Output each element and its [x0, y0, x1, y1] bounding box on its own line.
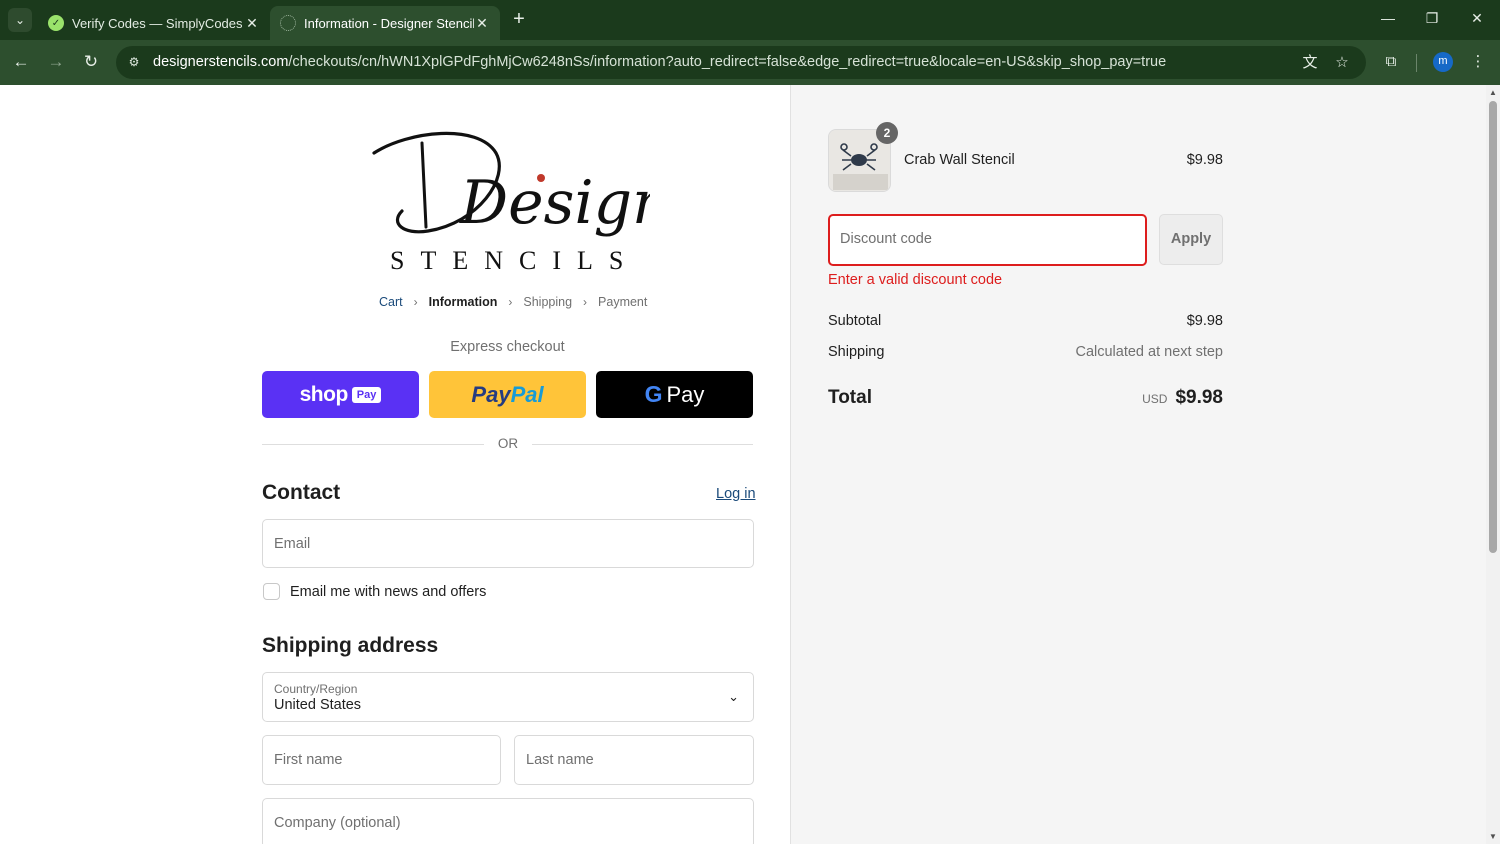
- close-tab-icon[interactable]: ✕: [244, 15, 260, 31]
- divider-right: [532, 444, 753, 445]
- subtotal-label: Subtotal: [828, 313, 882, 329]
- browser-toolbar: ← → ↻ ⚙ designerstencils.com/checkouts/c…: [0, 40, 1500, 85]
- url-text[interactable]: designerstencils.com/checkouts/cn/hWN1Xp…: [153, 54, 1166, 70]
- breadcrumb-information: Information: [428, 295, 498, 309]
- divider-left: [262, 444, 484, 445]
- discount-error-message: Enter a valid discount code: [828, 272, 1003, 288]
- email-placeholder: Email: [274, 536, 311, 552]
- total-label: Total: [828, 387, 872, 408]
- contact-title: Contact: [262, 481, 341, 504]
- tab-title: Information - Designer Stencils: [304, 15, 474, 31]
- close-window-icon[interactable]: ✕: [1467, 8, 1487, 28]
- first-name-placeholder: First name: [274, 752, 343, 768]
- new-tab-icon[interactable]: +: [508, 8, 530, 30]
- quantity-badge: 2: [876, 122, 898, 144]
- extensions-icon[interactable]: ⧉: [1380, 51, 1402, 73]
- shipping-address-title: Shipping address: [262, 634, 439, 657]
- tab-search-icon[interactable]: ⌄: [8, 8, 32, 32]
- paypal-button[interactable]: PayPal: [429, 371, 586, 418]
- chevron-right-icon: ›: [413, 295, 418, 309]
- shop-pay-button[interactable]: shop Pay: [262, 371, 419, 418]
- google-pay-button[interactable]: G Pay: [596, 371, 753, 418]
- tab-simplycodes[interactable]: ✓ Verify Codes — SimplyCodes ✕: [38, 6, 270, 40]
- breadcrumb: Cart › Information › Shipping › Payment: [379, 295, 647, 309]
- minimize-icon[interactable]: —: [1378, 8, 1398, 28]
- scroll-thumb[interactable]: [1489, 101, 1497, 553]
- url-path: /checkouts/cn/hWN1XplGPdFghMjCw6248nSs/i…: [288, 54, 1167, 70]
- toolbar-divider: [1416, 54, 1417, 72]
- back-icon[interactable]: ←: [10, 51, 32, 73]
- tab-designer-stencils[interactable]: Information - Designer Stencils ✕: [270, 6, 500, 40]
- browser-tab-bar: ⌄ ✓ Verify Codes — SimplyCodes ✕ Informa…: [0, 0, 1500, 40]
- close-tab-icon[interactable]: ✕: [474, 15, 490, 31]
- menu-icon[interactable]: ⋮: [1467, 51, 1489, 73]
- profile-avatar[interactable]: m: [1433, 52, 1453, 72]
- forward-icon[interactable]: →: [45, 51, 67, 73]
- scroll-up-icon[interactable]: ▲: [1489, 89, 1497, 97]
- news-offers-checkbox[interactable]: [263, 583, 280, 600]
- company-placeholder: Company (optional): [274, 815, 401, 831]
- discount-code-input[interactable]: Discount code: [828, 214, 1147, 266]
- total-value: USD $9.98: [1142, 387, 1223, 409]
- product-name: Crab Wall Stencil: [904, 152, 1015, 168]
- last-name-field[interactable]: Last name: [514, 735, 754, 785]
- total-currency: USD: [1142, 392, 1168, 406]
- tab-title: Verify Codes — SimplyCodes: [72, 15, 243, 31]
- chevron-right-icon: ›: [583, 295, 588, 309]
- site-info-icon[interactable]: ⚙: [126, 54, 142, 70]
- breadcrumb-cart[interactable]: Cart: [379, 295, 403, 309]
- total-amount: $9.98: [1175, 387, 1223, 408]
- chevron-right-icon: ›: [508, 295, 513, 309]
- address-bar[interactable]: ⚙ designerstencils.com/checkouts/cn/hWN1…: [116, 46, 1366, 79]
- scroll-down-icon[interactable]: ▼: [1489, 833, 1497, 841]
- paypal-logo: PayPal: [471, 381, 544, 407]
- company-field[interactable]: Company (optional): [262, 798, 754, 844]
- shop-pay-word: shop: [299, 382, 349, 406]
- subtotal-value: $9.98: [1186, 313, 1223, 329]
- breadcrumb-shipping: Shipping: [523, 295, 573, 309]
- product-price: $9.98: [1186, 152, 1223, 168]
- breadcrumb-payment: Payment: [598, 295, 648, 309]
- order-summary-pane: [790, 85, 1486, 844]
- first-name-field[interactable]: First name: [262, 735, 501, 785]
- shipping-label: Shipping: [828, 344, 885, 360]
- shipping-value: Calculated at next step: [1075, 344, 1223, 360]
- apply-discount-button[interactable]: Apply: [1159, 214, 1223, 265]
- logo-word-text: STENCILS: [390, 246, 639, 275]
- country-region-select[interactable]: Country/Region United States ⌄: [262, 672, 754, 722]
- country-region-label: Country/Region: [274, 682, 358, 696]
- last-name-placeholder: Last name: [526, 752, 594, 768]
- country-region-value: United States: [274, 697, 362, 713]
- shop-pay-badge: Pay: [351, 386, 382, 403]
- checkout-page: Designer STENCILS Cart › Information › S…: [0, 85, 1500, 844]
- loading-favicon-icon: [280, 15, 296, 31]
- email-field[interactable]: Email: [262, 519, 754, 568]
- google-pay-logo: G Pay: [644, 381, 705, 407]
- express-checkout-title: Express checkout: [450, 339, 565, 355]
- google-g-icon: G: [644, 381, 663, 407]
- url-host: designerstencils.com: [153, 54, 289, 70]
- logo-script-text: Designer: [459, 168, 650, 238]
- bookmark-star-icon[interactable]: ☆: [1332, 53, 1352, 73]
- reload-icon[interactable]: ↻: [80, 51, 102, 73]
- chevron-down-icon: ⌄: [728, 689, 739, 704]
- translate-icon[interactable]: 文: [1300, 53, 1320, 73]
- page-scrollbar[interactable]: ▲ ▼: [1486, 85, 1500, 844]
- discount-code-placeholder: Discount code: [840, 231, 932, 247]
- news-offers-label[interactable]: Email me with news and offers: [290, 584, 486, 600]
- or-divider-text: OR: [497, 436, 519, 451]
- simplycodes-favicon-icon: ✓: [48, 15, 64, 31]
- designer-stencils-logo[interactable]: Designer STENCILS: [368, 123, 650, 283]
- restore-icon[interactable]: ❐: [1422, 8, 1442, 28]
- log-in-link[interactable]: Log in: [716, 486, 756, 502]
